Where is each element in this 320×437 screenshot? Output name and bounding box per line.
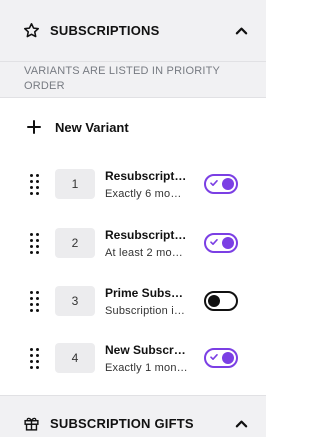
drag-handle-icon[interactable]	[28, 290, 42, 312]
gift-icon	[22, 415, 40, 433]
variant-row[interactable]: 2 Resubscript… At least 2 mo…	[0, 213, 266, 273]
check-icon	[210, 239, 218, 245]
drag-handle-icon[interactable]	[28, 173, 42, 195]
variant-row[interactable]: 3 Prime Subs… Subscription i…	[0, 271, 266, 331]
variant-enabled-toggle[interactable]	[204, 348, 238, 368]
variant-enabled-toggle[interactable]	[204, 291, 238, 311]
new-variant-label: New Variant	[55, 119, 129, 135]
chevron-up-icon[interactable]	[234, 417, 248, 431]
drag-handle-icon[interactable]	[28, 347, 42, 369]
check-icon	[210, 180, 218, 186]
variant-name: Resubscript…	[105, 169, 187, 183]
priority-number: 2	[55, 228, 95, 258]
chevron-up-icon[interactable]	[234, 24, 248, 38]
priority-number: 4	[55, 343, 95, 373]
subscription-gifts-section-title: SUBSCRIPTION GIFTS	[50, 416, 194, 431]
variant-description: Subscription i…	[105, 305, 186, 317]
variant-enabled-toggle[interactable]	[204, 233, 238, 253]
star-icon	[22, 22, 40, 40]
subscriptions-section-header[interactable]: SUBSCRIPTIONS	[0, 0, 266, 62]
priority-number: 3	[55, 286, 95, 316]
variant-description: At least 2 mo…	[105, 247, 183, 259]
plus-icon	[26, 119, 42, 135]
variant-name: Resubscript…	[105, 228, 187, 242]
variant-row[interactable]: 1 Resubscript… Exactly 6 mo…	[0, 154, 266, 214]
variant-description: Exactly 1 mon…	[105, 362, 188, 374]
priority-number: 1	[55, 169, 95, 199]
subscriptions-section-title: SUBSCRIPTIONS	[50, 23, 160, 38]
variant-name: New Subscr…	[105, 343, 186, 357]
new-variant-button[interactable]: New Variant	[26, 113, 129, 141]
variant-description: Exactly 6 mo…	[105, 188, 182, 200]
drag-handle-icon[interactable]	[28, 232, 42, 254]
variant-row[interactable]: 4 New Subscr… Exactly 1 mon…	[0, 328, 266, 388]
priority-notice: VARIANTS ARE LISTED IN PRIORITY ORDER	[0, 62, 266, 98]
subscription-gifts-section-header[interactable]: SUBSCRIPTION GIFTS	[0, 395, 266, 437]
variant-name: Prime Subs…	[105, 286, 184, 300]
variant-enabled-toggle[interactable]	[204, 174, 238, 194]
check-icon	[210, 354, 218, 360]
